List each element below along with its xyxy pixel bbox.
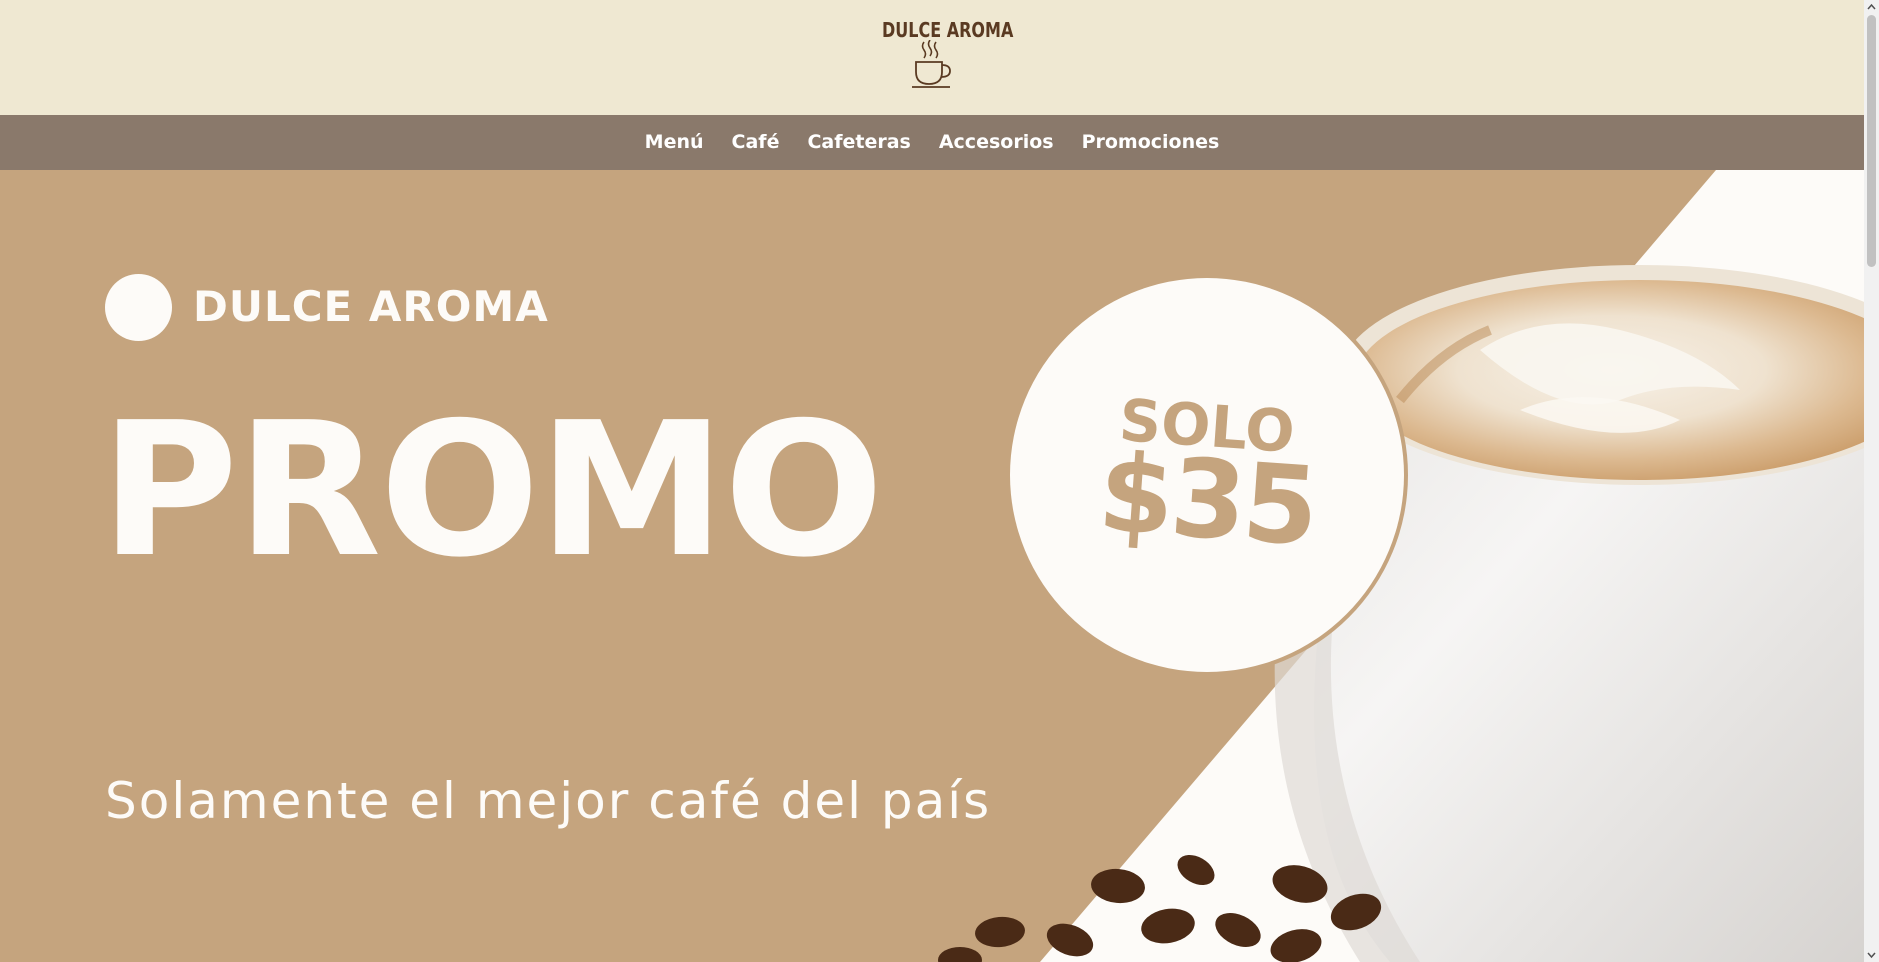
brand-dot	[105, 274, 172, 341]
scroll-down-icon[interactable]	[1864, 947, 1879, 962]
page: DULCE AROMA Menú Café Cafeteras Accesori…	[0, 0, 1864, 962]
promo-banner[interactable]: DULCE AROMA PROMO SOLO $35 Solamente el …	[0, 170, 1864, 962]
coffee-cup-icon	[912, 40, 951, 88]
nav-items: Menú Café Cafeteras Accesorios Promocion…	[0, 115, 1864, 170]
price-badge: SOLO $35	[1006, 274, 1408, 676]
nav-item-accesorios[interactable]: Accesorios	[939, 115, 1054, 170]
nav-item-promociones[interactable]: Promociones	[1082, 115, 1220, 170]
site-header: DULCE AROMA	[0, 0, 1864, 115]
scroll-up-icon[interactable]	[1864, 0, 1879, 15]
hero-tagline: Solamente el mejor café del país	[105, 772, 992, 830]
scrollbar-thumb[interactable]	[1867, 15, 1876, 267]
hero-brand-name: DULCE AROMA	[193, 282, 549, 331]
nav-item-menu[interactable]: Menú	[645, 115, 704, 170]
main-nav: Menú Café Cafeteras Accesorios Promocion…	[0, 115, 1864, 170]
promo-title: PROMO	[100, 382, 884, 598]
price-badge-inner: SOLO $35	[1010, 278, 1404, 672]
nav-item-cafe[interactable]: Café	[732, 115, 780, 170]
vertical-scrollbar[interactable]	[1864, 0, 1879, 962]
nav-item-cafeteras[interactable]: Cafeteras	[807, 115, 910, 170]
site-logo[interactable]: DULCE AROMA	[870, 18, 1013, 90]
